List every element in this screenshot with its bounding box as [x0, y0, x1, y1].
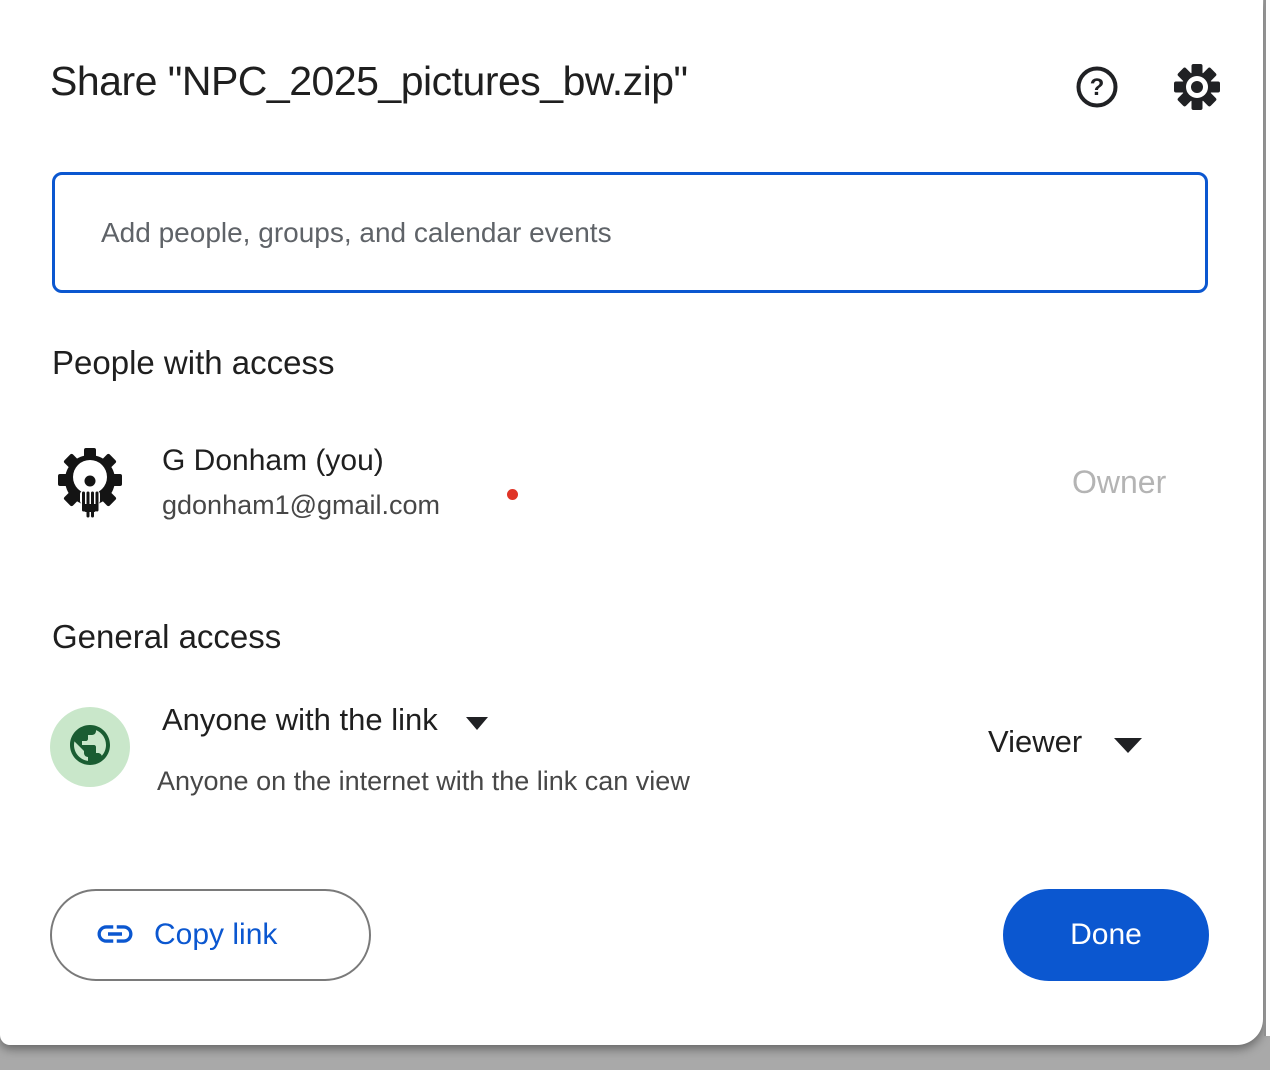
person-role-label: Owner [1072, 464, 1166, 501]
person-name: G Donham (you) [162, 444, 384, 478]
help-icon: ? [1074, 98, 1120, 113]
link-icon [94, 913, 136, 958]
chevron-down-icon [1114, 738, 1142, 753]
svg-text:?: ? [1090, 74, 1105, 101]
globe-icon [66, 721, 114, 774]
red-dot-indicator [507, 489, 518, 500]
scope-label: Anyone with the link [162, 702, 438, 738]
general-access-heading: General access [52, 618, 281, 656]
avatar [50, 442, 130, 522]
done-label: Done [1070, 918, 1142, 952]
people-with-access-heading: People with access [52, 344, 334, 382]
copy-link-button[interactable]: Copy link [50, 889, 371, 981]
add-people-input[interactable] [52, 172, 1208, 293]
settings-button[interactable] [1172, 62, 1222, 112]
dialog-title: Share "NPC_2025_pictures_bw.zip" [50, 58, 688, 105]
permission-label: Viewer [988, 724, 1082, 760]
general-access-scope-badge [50, 707, 130, 787]
window-right-edge [1264, 0, 1270, 1036]
share-dialog: Share "NPC_2025_pictures_bw.zip" ? [0, 0, 1263, 1045]
person-email: gdonham1@gmail.com [162, 490, 440, 521]
scope-description: Anyone on the internet with the link can… [157, 766, 690, 797]
copy-link-label: Copy link [154, 918, 277, 952]
gear-icon [1172, 100, 1222, 115]
chevron-down-icon [466, 717, 488, 730]
permission-dropdown[interactable]: Viewer [988, 724, 1142, 760]
done-button[interactable]: Done [1003, 889, 1209, 981]
general-access-scope-dropdown[interactable]: Anyone with the link [162, 702, 488, 738]
help-button[interactable]: ? [1074, 64, 1120, 110]
